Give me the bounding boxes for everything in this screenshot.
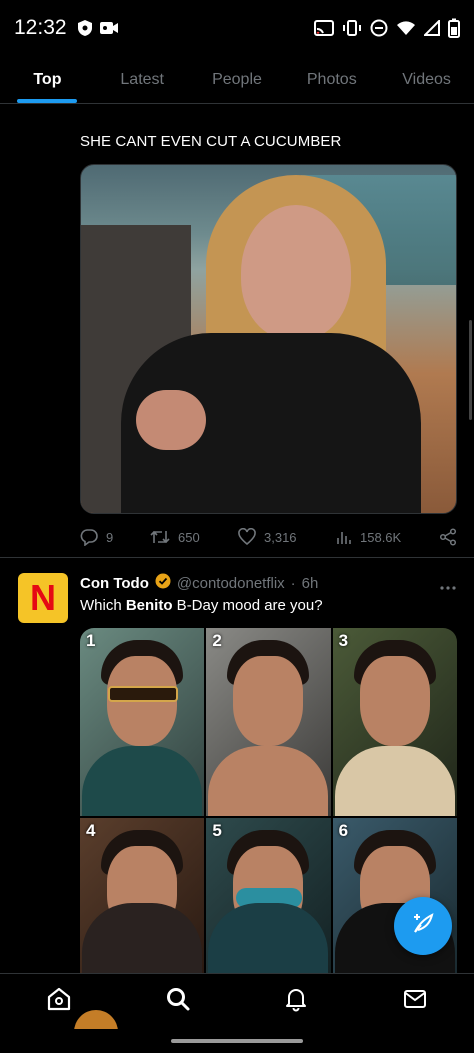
search-icon xyxy=(165,986,191,1017)
cast-icon xyxy=(314,20,334,36)
reply-icon xyxy=(80,528,98,546)
grid-number: 5 xyxy=(212,821,222,840)
image-person-body xyxy=(82,903,203,973)
grid-image-5[interactable]: 5 xyxy=(206,818,331,973)
grid-image-3[interactable]: 3 xyxy=(332,628,457,816)
more-options-icon[interactable] xyxy=(440,578,456,596)
tweet-text[interactable]: SHE CANT EVEN CUT A CUCUMBER xyxy=(80,133,341,150)
grid-image-1[interactable]: 1 xyxy=(80,628,205,816)
messages-mail-icon xyxy=(402,986,428,1017)
notifications-bell-icon xyxy=(283,986,309,1017)
retweet-button[interactable]: 650 xyxy=(150,528,238,546)
views-chart-icon xyxy=(336,529,352,545)
tab-label: Latest xyxy=(120,70,164,88)
like-button[interactable]: 3,316 xyxy=(238,528,336,546)
tweet-media-image[interactable] xyxy=(80,164,457,514)
verified-badge-icon xyxy=(155,573,171,593)
tweet-divider xyxy=(0,557,474,558)
like-count: 3,316 xyxy=(264,529,297,545)
share-button[interactable] xyxy=(439,528,457,546)
home-icon xyxy=(46,986,72,1017)
nav-messages[interactable] xyxy=(385,974,445,1030)
tab-label: Photos xyxy=(306,70,357,88)
image-person-face xyxy=(359,656,430,746)
home-indicator-bar[interactable] xyxy=(171,1039,303,1043)
heart-icon xyxy=(238,528,256,546)
reply-count: 9 xyxy=(106,529,114,545)
status-bar: 12:32 xyxy=(0,0,474,56)
scrollbar-thumb[interactable] xyxy=(469,320,472,420)
grid-number: 3 xyxy=(338,631,349,650)
tab-label: Videos xyxy=(402,70,451,88)
shield-icon xyxy=(77,19,93,37)
tab-photos[interactable]: Photos xyxy=(284,56,379,103)
tab-videos[interactable]: Videos xyxy=(379,56,474,103)
image-person-hands xyxy=(136,390,206,450)
grid-number: 1 xyxy=(86,631,96,650)
reply-button[interactable]: 9 xyxy=(80,528,150,546)
wifi-icon xyxy=(396,20,416,36)
views-count: 158.6K xyxy=(360,529,402,545)
vibrate-icon xyxy=(342,20,362,36)
tab-people[interactable]: People xyxy=(190,56,285,103)
tab-latest[interactable]: Latest xyxy=(95,56,190,103)
active-tab-indicator xyxy=(17,99,78,103)
tweet-text-bold: Benito xyxy=(125,597,173,614)
tab-top[interactable]: Top xyxy=(0,56,95,103)
tweet-text-end: B-Day mood are you? xyxy=(172,597,323,614)
grid-number: 4 xyxy=(86,821,96,840)
retweet-icon xyxy=(150,528,170,546)
compose-feather-icon xyxy=(410,911,436,942)
tweet-text-start: Which xyxy=(80,597,126,614)
grid-image-2[interactable]: 2 xyxy=(206,628,331,816)
views-button[interactable]: 158.6K xyxy=(336,529,436,545)
author-handle[interactable]: @contodonetflix xyxy=(177,575,285,592)
battery-icon xyxy=(448,18,460,38)
image-person-body xyxy=(82,746,203,816)
image-person-face xyxy=(241,205,351,340)
search-tabs: Top Latest People Photos Videos xyxy=(0,56,474,104)
bottom-navigation xyxy=(0,973,474,1029)
status-time: 12:32 xyxy=(14,16,67,39)
grid-image-4[interactable]: 4 xyxy=(80,818,205,973)
do-not-disturb-icon xyxy=(370,19,388,37)
netflix-logo-letter: N xyxy=(30,577,56,618)
share-icon xyxy=(439,528,457,546)
header-separator: · xyxy=(290,574,296,592)
nav-notifications[interactable] xyxy=(266,974,326,1030)
author-name[interactable]: Con Todo xyxy=(80,575,149,592)
grid-number: 6 xyxy=(338,821,349,840)
grid-number: 2 xyxy=(212,631,222,650)
tweet-text[interactable]: Which Benito B-Day mood are you? xyxy=(80,597,323,614)
avatar[interactable]: N xyxy=(18,573,68,623)
image-person-body xyxy=(208,903,329,973)
image-person-face xyxy=(233,656,304,746)
signal-icon xyxy=(424,20,440,36)
tweet-header: Con Todo @contodonetflix · 6h xyxy=(80,573,318,593)
tab-label: Top xyxy=(33,70,62,88)
tweet-timestamp[interactable]: 6h xyxy=(302,575,319,592)
image-sunglasses xyxy=(108,686,178,702)
video-record-icon xyxy=(99,20,119,36)
tweet-action-bar: 9 650 3,316 158.6K xyxy=(80,524,457,550)
retweet-count: 650 xyxy=(178,529,200,545)
compose-tweet-button[interactable] xyxy=(394,897,452,955)
tab-label: People xyxy=(212,70,262,88)
nav-search[interactable] xyxy=(148,974,208,1030)
image-person-body xyxy=(334,746,455,816)
image-person-body xyxy=(208,746,329,816)
